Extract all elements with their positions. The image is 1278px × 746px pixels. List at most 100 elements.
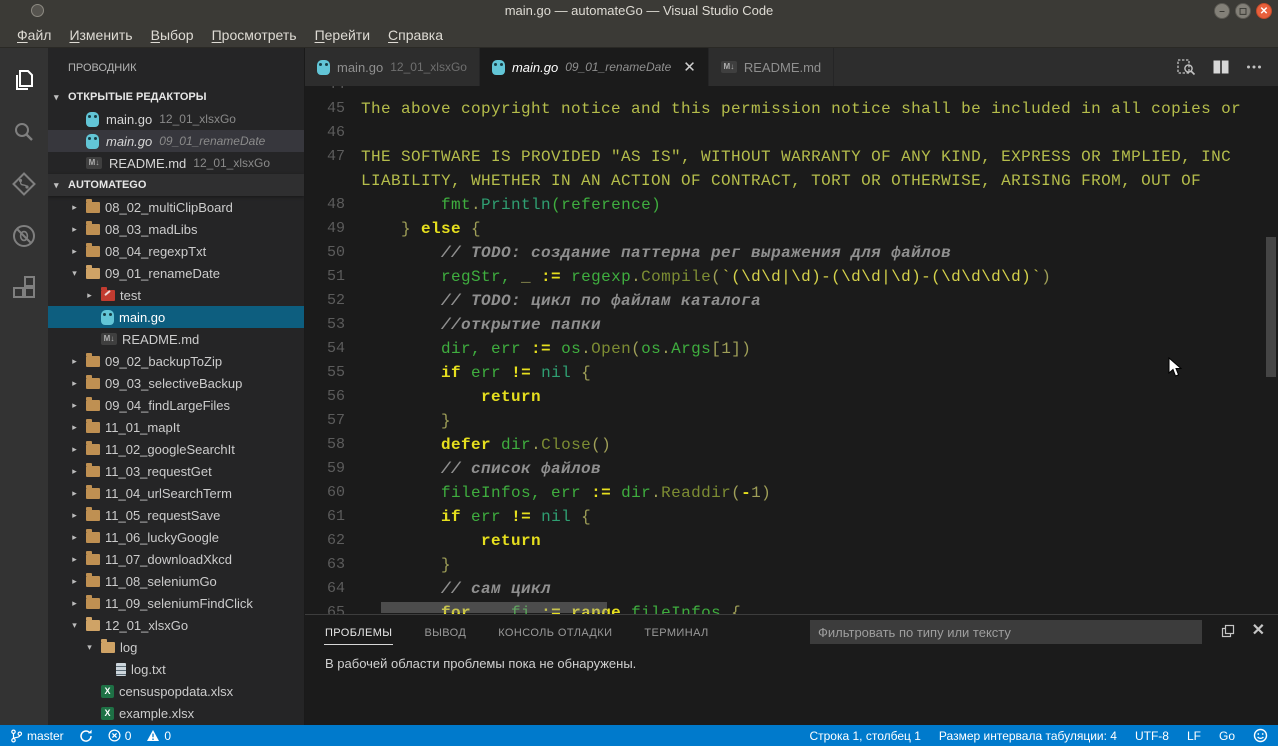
status-item[interactable]: UTF-8 xyxy=(1135,729,1169,743)
folder-icon xyxy=(86,576,100,587)
tree-item[interactable]: ▸11_09_seleniumFindClick xyxy=(48,592,304,614)
activity-explorer[interactable] xyxy=(0,54,48,106)
tree-item[interactable]: ▸09_03_selectiveBackup xyxy=(48,372,304,394)
tree-item[interactable]: ▸11_07_downloadXkcd xyxy=(48,548,304,570)
chevron-right-icon: ▸ xyxy=(68,356,81,367)
editor-tab[interactable]: main.go09_01_renameDate✕ xyxy=(480,48,709,86)
main-area: ПРОВОДНИК ▾ОТКРЫТЫЕ РЕДАКТОРЫ main.go12_… xyxy=(0,48,1278,725)
menu-item[interactable]: Просмотреть xyxy=(203,27,306,43)
code-line: 63 } xyxy=(305,553,1278,577)
line-number: 45 xyxy=(305,97,361,121)
go-file-icon xyxy=(101,310,114,325)
tree-item[interactable]: ▾09_01_renameDate xyxy=(48,262,304,284)
chevron-down-icon: ▾ xyxy=(54,92,68,103)
close-panel-icon[interactable]: ✕ xyxy=(1252,623,1265,639)
open-editor-item[interactable]: main.go09_01_renameDate xyxy=(48,130,304,152)
project-header[interactable]: ▾AUTOMATEGO xyxy=(48,174,304,196)
tree-item[interactable]: ▸11_06_luckyGoogle xyxy=(48,526,304,548)
maximize-button[interactable]: ◻ xyxy=(1235,3,1251,19)
horizontal-scrollbar[interactable] xyxy=(381,602,607,613)
menu-item[interactable]: Перейти xyxy=(306,27,379,43)
go-file-icon xyxy=(86,112,99,127)
tree-item[interactable]: ▸08_02_multiClipBoard xyxy=(48,196,304,218)
status-warnings[interactable]: 0 xyxy=(146,729,171,743)
status-git-branch[interactable]: master xyxy=(10,729,64,743)
tree-item[interactable]: ▸11_03_requestGet xyxy=(48,460,304,482)
open-editor-item[interactable]: main.go12_01_xlsxGo xyxy=(48,108,304,130)
problems-filter-input[interactable] xyxy=(810,620,1202,644)
tree-item[interactable]: ▸11_08_seleniumGo xyxy=(48,570,304,592)
feedback-smiley[interactable] xyxy=(1253,728,1268,743)
line-number: 63 xyxy=(305,553,361,577)
line-number: 57 xyxy=(305,409,361,433)
panel-tab[interactable]: ПРОБЛЕМЫ xyxy=(324,620,393,645)
tree-item[interactable]: ▸09_02_backupToZip xyxy=(48,350,304,372)
close-button[interactable]: ✕ xyxy=(1256,3,1272,19)
tree-item[interactable]: main.go xyxy=(48,306,304,328)
status-item[interactable]: Go xyxy=(1219,729,1235,743)
split-editor-icon[interactable] xyxy=(1212,59,1230,75)
minimize-button[interactable]: – xyxy=(1214,3,1230,19)
open-preview-icon[interactable] xyxy=(1176,58,1196,76)
tree-item[interactable]: log.txt xyxy=(48,658,304,680)
code-line: 60 fileInfos, err := dir.Readdir(-1) xyxy=(305,481,1278,505)
open-editor-item[interactable]: M↓README.md12_01_xlsxGo xyxy=(48,152,304,174)
chevron-right-icon: ▸ xyxy=(68,422,81,433)
status-item[interactable]: LF xyxy=(1187,729,1201,743)
tree-item[interactable]: ▾12_01_xlsxGo xyxy=(48,614,304,636)
menu-item[interactable]: Справка xyxy=(379,27,452,43)
line-number: 58 xyxy=(305,433,361,457)
excel-file-icon: X xyxy=(101,685,114,698)
status-item[interactable]: Строка 1, столбец 1 xyxy=(809,729,920,743)
activity-debug[interactable] xyxy=(0,210,48,262)
panel-tab[interactable]: КОНСОЛЬ ОТЛАДКИ xyxy=(497,620,613,644)
open-editors-list: main.go12_01_xlsxGomain.go09_01_renameDa… xyxy=(48,108,304,174)
tree-item[interactable]: ▸11_01_mapIt xyxy=(48,416,304,438)
tree-item[interactable]: ▸test xyxy=(48,284,304,306)
folder-icon xyxy=(86,422,100,433)
more-actions-icon[interactable] xyxy=(1246,60,1262,74)
status-errors[interactable]: 0 xyxy=(108,729,132,743)
search-icon xyxy=(12,120,36,144)
line-number xyxy=(305,169,361,193)
activity-extensions[interactable] xyxy=(0,262,48,314)
code-line: 56 return xyxy=(305,385,1278,409)
open-editors-header[interactable]: ▾ОТКРЫТЫЕ РЕДАКТОРЫ xyxy=(48,86,304,108)
panel-tab[interactable]: ВЫВОД xyxy=(423,620,467,644)
chevron-right-icon: ▸ xyxy=(68,532,81,543)
panel-tab[interactable]: ТЕРМИНАЛ xyxy=(643,620,709,644)
menu-item[interactable]: Изменить xyxy=(60,27,141,43)
tree-item[interactable]: ▸08_04_regexpTxt xyxy=(48,240,304,262)
folder-icon xyxy=(86,356,100,367)
tree-item[interactable]: Xcensuspopdata.xlsx xyxy=(48,680,304,702)
chevron-right-icon: ▸ xyxy=(68,378,81,389)
line-number: 65 xyxy=(305,601,361,614)
code-editor[interactable]: 4445The above copyright notice and this … xyxy=(305,86,1278,614)
tree-item[interactable]: ▸11_05_requestSave xyxy=(48,504,304,526)
menu-item[interactable]: Выбор xyxy=(142,27,203,43)
chevron-right-icon: ▸ xyxy=(83,290,96,301)
title-bar: main.go — automateGo — Visual Studio Cod… xyxy=(0,0,1278,22)
code-line: LIABILITY, WHETHER IN AN ACTION OF CONTR… xyxy=(305,169,1278,193)
activity-source-control[interactable] xyxy=(0,158,48,210)
tree-item[interactable]: ▸11_02_googleSearchIt xyxy=(48,438,304,460)
close-tab-icon[interactable]: ✕ xyxy=(683,60,696,75)
tree-item[interactable]: Xexample.xlsx xyxy=(48,702,304,724)
vertical-scrollbar[interactable] xyxy=(1266,237,1276,377)
activity-search[interactable] xyxy=(0,106,48,158)
chevron-right-icon: ▸ xyxy=(68,488,81,499)
editor-tab[interactable]: M↓README.md xyxy=(709,48,834,86)
code-line: 44 xyxy=(305,86,1278,97)
tree-item[interactable]: ▾log xyxy=(48,636,304,658)
tree-item[interactable]: ▸09_04_findLargeFiles xyxy=(48,394,304,416)
tree-item[interactable]: M↓README.md xyxy=(48,328,304,350)
tree-item[interactable]: ▸08_03_madLibs xyxy=(48,218,304,240)
status-sync[interactable] xyxy=(79,729,93,743)
editor-actions xyxy=(1176,48,1278,86)
menu-item[interactable]: Файл xyxy=(8,27,60,43)
maximize-panel-icon[interactable] xyxy=(1221,624,1235,638)
tree-item[interactable]: ▸11_04_urlSearchTerm xyxy=(48,482,304,504)
status-item[interactable]: Размер интервала табуляции: 4 xyxy=(939,729,1117,743)
editor-tab[interactable]: main.go12_01_xlsxGo xyxy=(305,48,480,86)
code-line: 48 fmt.Println(reference) xyxy=(305,193,1278,217)
